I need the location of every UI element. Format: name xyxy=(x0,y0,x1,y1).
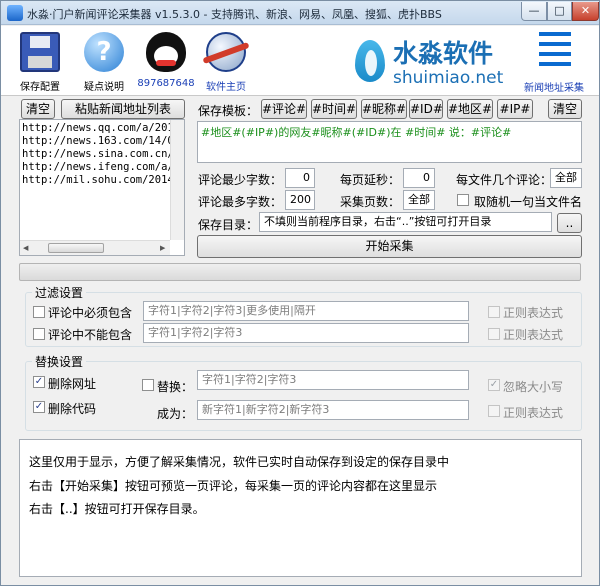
min-chars-label: 评论最少字数： xyxy=(198,173,283,187)
must-not-include-checkbox[interactable] xyxy=(33,328,45,340)
url-list-item: http://mil.sohu.com/2014 xyxy=(22,174,170,186)
tag-region-button[interactable]: #地区# xyxy=(447,99,493,119)
log-line: 右击【开始采集】按钮可预览一页评论，每采集一页的评论内容都在这里显示 xyxy=(29,479,438,493)
scroll-left-icon[interactable]: ◀ xyxy=(23,244,28,252)
start-collect-button[interactable]: 开始采集 xyxy=(197,235,582,258)
must-include-label: 评论中必须包含 xyxy=(48,306,133,320)
must-include-input[interactable]: 字符1|字符2|字符3|更多使用|隔开 xyxy=(143,301,469,321)
brand-name-cn: 水淼软件 xyxy=(393,39,494,68)
vertical-scrollbar[interactable] xyxy=(170,120,184,240)
replace-regex-label: 正则表达式 xyxy=(503,406,564,420)
url-list-item: http://news.qq.com/a/201 xyxy=(22,122,170,134)
minimize-button[interactable]: — xyxy=(521,2,547,21)
remove-url-checkbox[interactable]: ✓ xyxy=(33,376,45,388)
news-url-collect-label: 新闻地址采集 xyxy=(524,83,584,94)
delay-input[interactable]: 0 xyxy=(403,168,435,188)
qq-number-label: 897687648 xyxy=(137,78,195,89)
remove-url-label: 删除网址 xyxy=(48,377,97,391)
save-dir-label: 保存目录： xyxy=(198,218,259,232)
exclude-regex-checkbox xyxy=(488,328,500,340)
help-label: 疑点说明 xyxy=(84,82,124,93)
horizontal-scrollbar[interactable]: ◀ ▶ xyxy=(20,240,170,255)
toolbar: 保存配置 ? 疑点说明 897687648 软件主页 水淼软件 shuimiao… xyxy=(1,26,599,96)
pages-label: 采集页数： xyxy=(340,195,401,209)
url-list-lines: http://news.qq.com/a/201 http://news.163.… xyxy=(22,122,170,240)
help-button[interactable]: ? 疑点说明 xyxy=(75,26,133,94)
tag-comment-button[interactable]: #评论# xyxy=(261,99,307,119)
floppy-disk-icon xyxy=(20,32,60,72)
paste-urls-button[interactable]: 粘贴新闻地址列表 xyxy=(61,99,185,119)
brand-logo: 水淼软件 shuimiao.net xyxy=(351,32,511,92)
url-list-item: http://news.163.com/14/0 xyxy=(22,135,170,147)
random-filename-checkbox[interactable] xyxy=(457,194,469,206)
ignore-case-label: 忽略大小写 xyxy=(503,380,564,394)
max-chars-input[interactable]: 200 xyxy=(285,190,315,210)
help-icon: ? xyxy=(84,32,124,72)
pages-input[interactable]: 全部 xyxy=(403,190,435,210)
template-label: 保存模板： xyxy=(198,104,259,118)
tag-ip-button[interactable]: #IP# xyxy=(497,99,533,119)
must-not-include-label: 评论中不能包含 xyxy=(48,328,133,342)
save-config-label: 保存配置 xyxy=(20,82,60,93)
remove-code-label: 删除代码 xyxy=(48,402,97,416)
clear-urls-button[interactable]: 清空 xyxy=(21,99,55,119)
max-chars-label: 评论最多字数： xyxy=(198,195,283,209)
must-not-include-input[interactable]: 字符1|字符2|字符3 xyxy=(143,323,469,343)
scroll-thumb[interactable] xyxy=(48,243,104,253)
save-dir-input[interactable]: 不填则当前程序目录，右击“..”按钮可打开目录 xyxy=(259,212,552,232)
replace-regex-checkbox xyxy=(488,405,500,417)
per-file-input[interactable]: 全部 xyxy=(550,168,582,188)
ignore-case-checkbox: ✓ xyxy=(488,379,500,391)
app-window: 水淼·门户新闻评论采集器 v1.5.3.0 - 支持腾讯、新浪、网易、凤凰、搜狐… xyxy=(0,0,600,586)
url-list-item: http://news.ifeng.com/a/ xyxy=(22,161,170,173)
per-file-label: 每文件几个评论： xyxy=(456,173,553,187)
remove-code-checkbox[interactable]: ✓ xyxy=(33,401,45,413)
close-button[interactable]: ✕ xyxy=(572,2,599,21)
replace-to-input[interactable]: 新字符1|新字符2|新字符3 xyxy=(197,400,469,420)
save-config-button[interactable]: 保存配置 xyxy=(11,26,69,94)
window-title: 水淼·门户新闻评论采集器 v1.5.3.0 - 支持腾讯、新浪、网易、凤凰、搜狐… xyxy=(27,8,442,21)
replace-label: 替换： xyxy=(157,380,194,394)
list-menu-icon xyxy=(539,32,571,66)
brand-name-en: shuimiao.net xyxy=(393,68,504,88)
clear-template-button[interactable]: 清空 xyxy=(548,99,582,119)
progress-bar xyxy=(19,263,581,281)
homepage-button[interactable]: 软件主页 xyxy=(197,26,255,94)
replace-settings-legend: 替换设置 xyxy=(35,355,84,369)
qq-contact-button[interactable]: 897687648 xyxy=(137,26,195,94)
app-icon xyxy=(7,5,23,21)
qq-penguin-icon xyxy=(146,32,186,72)
replace-to-label: 成为： xyxy=(157,407,194,421)
url-list[interactable]: http://news.qq.com/a/201 http://news.163.… xyxy=(19,119,185,256)
log-line: 这里仅用于显示，方便了解采集情况，软件已实时自动保存到设定的保存目录中 xyxy=(29,455,450,469)
exclude-regex-label: 正则表达式 xyxy=(503,328,564,342)
include-regex-checkbox xyxy=(488,306,500,318)
min-chars-input[interactable]: 0 xyxy=(285,168,315,188)
replace-input[interactable]: 字符1|字符2|字符3 xyxy=(197,370,469,390)
tag-id-button[interactable]: #ID# xyxy=(409,99,443,119)
url-list-item: http://news.sina.com.cn/ xyxy=(22,148,170,160)
browse-dir-button[interactable]: .. xyxy=(557,213,582,233)
template-textarea[interactable]: #地区#(#IP#)的网友#昵称#(#ID#)在 #时间# 说：#评论# xyxy=(197,121,582,163)
news-url-collect-button[interactable]: 新闻地址采集 xyxy=(519,26,589,94)
filter-settings-legend: 过滤设置 xyxy=(35,286,84,300)
log-line: 右击【..】按钮可打开保存目录。 xyxy=(29,502,205,516)
globe-icon xyxy=(206,32,246,72)
log-textarea[interactable]: 这里仅用于显示，方便了解采集情况，软件已实时自动保存到设定的保存目录中 右击【开… xyxy=(19,439,582,577)
replace-checkbox[interactable] xyxy=(142,379,154,391)
tag-nickname-button[interactable]: #昵称# xyxy=(361,99,407,119)
title-bar: 水淼·门户新闻评论采集器 v1.5.3.0 - 支持腾讯、新浪、网易、凤凰、搜狐… xyxy=(1,1,599,25)
random-filename-label: 取随机一句当文件名 xyxy=(474,195,583,209)
water-drop-icon xyxy=(355,40,385,82)
scroll-right-icon[interactable]: ▶ xyxy=(160,244,165,252)
delay-label: 每页延秒： xyxy=(340,173,401,187)
tag-time-button[interactable]: #时间# xyxy=(311,99,357,119)
maximize-button[interactable]: □ xyxy=(547,2,572,21)
must-include-checkbox[interactable] xyxy=(33,306,45,318)
homepage-label: 软件主页 xyxy=(206,82,246,93)
include-regex-label: 正则表达式 xyxy=(503,306,564,320)
